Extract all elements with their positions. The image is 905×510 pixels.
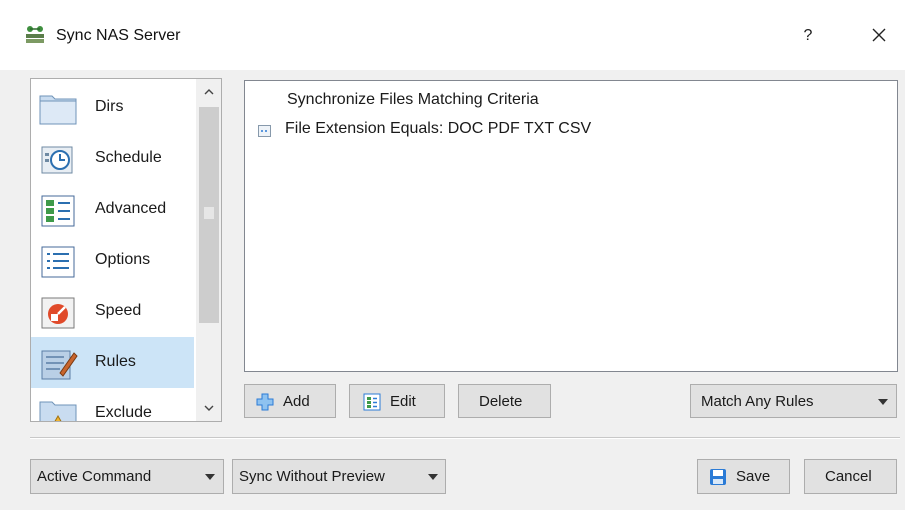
nav-item-label: Advanced bbox=[95, 200, 167, 217]
command-mode-value: Active Command bbox=[37, 468, 152, 485]
divider-highlight bbox=[30, 438, 900, 439]
nav-item-label: Schedule bbox=[95, 149, 162, 166]
chevron-down-icon bbox=[204, 405, 214, 411]
nav-item-label: Dirs bbox=[95, 98, 124, 115]
nav-scrollbar[interactable] bbox=[196, 79, 221, 421]
rules-icon bbox=[38, 343, 78, 383]
help-button[interactable]: ? bbox=[796, 24, 820, 48]
delete-rule-button[interactable]: Delete bbox=[458, 384, 551, 418]
edit-label: Edit bbox=[390, 393, 416, 410]
nav-item-exclude[interactable]: Exclude bbox=[31, 388, 194, 421]
add-label: Add bbox=[283, 393, 310, 410]
rule-row[interactable]: File Extension Equals: DOC PDF TXT CSV bbox=[245, 116, 897, 144]
advanced-list-icon bbox=[38, 190, 78, 230]
nav-item-options[interactable]: Options bbox=[31, 235, 194, 286]
window-title: Sync NAS Server bbox=[56, 27, 181, 44]
close-icon bbox=[872, 28, 886, 42]
chevron-down-icon bbox=[428, 474, 438, 480]
add-icon bbox=[255, 392, 275, 412]
file-extension-rule-icon bbox=[257, 123, 273, 139]
scroll-down-button[interactable] bbox=[196, 395, 221, 421]
save-icon bbox=[708, 467, 728, 487]
rules-header: Synchronize Files Matching Criteria bbox=[287, 91, 539, 108]
nas-sync-icon bbox=[24, 24, 46, 46]
schedule-clock-icon bbox=[38, 139, 78, 179]
add-rule-button[interactable]: Add bbox=[244, 384, 336, 418]
nav-item-label: Exclude bbox=[95, 404, 152, 421]
sync-mode-value: Sync Without Preview bbox=[239, 468, 385, 485]
command-mode-select[interactable]: Active Command bbox=[30, 459, 224, 494]
speed-icon bbox=[38, 292, 78, 332]
sync-mode-select[interactable]: Sync Without Preview bbox=[232, 459, 446, 494]
nav-item-speed[interactable]: Speed bbox=[31, 286, 194, 337]
options-list-icon bbox=[38, 241, 78, 281]
match-mode-value: Match Any Rules bbox=[701, 393, 814, 410]
cancel-label: Cancel bbox=[825, 468, 872, 485]
edit-rule-button[interactable]: Edit bbox=[349, 384, 445, 418]
cancel-button[interactable]: Cancel bbox=[804, 459, 897, 494]
exclude-icon bbox=[38, 394, 78, 421]
title-bar: Sync NAS Server ? bbox=[0, 0, 905, 70]
nav-item-label: Speed bbox=[95, 302, 142, 319]
close-button[interactable] bbox=[866, 22, 892, 48]
scroll-up-button[interactable] bbox=[196, 79, 221, 105]
scroll-grip bbox=[204, 207, 214, 219]
nav-item-dirs[interactable]: Dirs bbox=[31, 82, 194, 133]
folder-icon bbox=[38, 88, 78, 128]
chevron-down-icon bbox=[205, 474, 215, 480]
save-label: Save bbox=[736, 468, 771, 485]
nav-item-rules[interactable]: Rules bbox=[31, 337, 194, 388]
delete-label: Delete bbox=[479, 393, 523, 410]
nav-item-label: Options bbox=[95, 251, 151, 268]
scroll-thumb[interactable] bbox=[199, 107, 219, 323]
nav-item-label: Rules bbox=[95, 353, 136, 370]
match-mode-select[interactable]: Match Any Rules bbox=[690, 384, 897, 418]
rule-text: File Extension Equals: DOC PDF TXT CSV bbox=[285, 120, 592, 137]
chevron-down-icon bbox=[878, 399, 888, 405]
rules-tree[interactable]: Synchronize Files Matching Criteria File… bbox=[244, 80, 898, 372]
chevron-up-icon bbox=[204, 89, 214, 95]
nav-item-schedule[interactable]: Schedule bbox=[31, 133, 194, 184]
save-button[interactable]: Save bbox=[697, 459, 790, 494]
category-list[interactable]: Dirs Schedule Advanced Options Speed Rul… bbox=[30, 78, 222, 422]
rules-header-row[interactable]: Synchronize Files Matching Criteria bbox=[245, 87, 897, 115]
edit-icon bbox=[362, 392, 382, 412]
nav-item-advanced[interactable]: Advanced bbox=[31, 184, 194, 235]
